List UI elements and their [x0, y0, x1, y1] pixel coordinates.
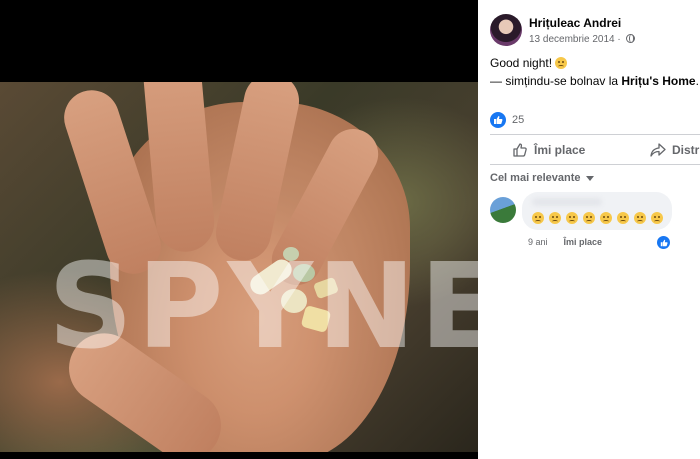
post-text-line1: Good night! [490, 56, 553, 70]
divider [490, 164, 700, 165]
share-button-label: Distri [672, 143, 700, 157]
post-panel: Hrițuleac Andrei 13 decembrie 2014 · Goo… [478, 0, 700, 459]
sad-emoji-icon [532, 212, 544, 224]
sad-emoji-icon [549, 212, 561, 224]
photo-viewer: SPYNE [0, 0, 478, 459]
sad-emoji-icon [555, 57, 568, 69]
sad-emoji-icon [617, 212, 629, 224]
post-date: 13 decembrie 2014 · [529, 34, 635, 45]
comment-emoji-row [532, 212, 663, 224]
author-name[interactable]: Hrițuleac Andrei [529, 16, 621, 30]
watermark: SPYNE [48, 237, 478, 375]
comment-like-reaction-icon[interactable] [657, 236, 670, 249]
post-photo[interactable]: SPYNE [0, 82, 478, 452]
sad-emoji-icon [583, 212, 595, 224]
post-text: Good night! — simțindu-se bolnav la Hriț… [490, 54, 699, 90]
comment-sort-dropdown[interactable]: Cel mai relevante [490, 172, 594, 184]
like-button[interactable]: Îmi place [512, 142, 585, 158]
post-date-text[interactable]: 13 decembrie 2014 [529, 34, 615, 45]
comment-bubble [522, 192, 672, 230]
post-text-suffix: . [695, 74, 699, 88]
chevron-down-icon [585, 175, 594, 181]
comment-meta: 9 ani Îmi place [528, 237, 602, 247]
share-icon [650, 143, 666, 157]
like-reaction-icon [490, 112, 506, 128]
post-feeling: — simțindu-se bolnav la [490, 74, 622, 88]
globe-icon [625, 34, 635, 43]
place-link[interactable]: Hrițu's Home [621, 74, 695, 88]
sad-emoji-icon [651, 212, 663, 224]
like-button-label: Îmi place [534, 143, 586, 157]
share-button[interactable]: Distri [650, 142, 700, 158]
reaction-count: 25 [512, 114, 525, 126]
sad-emoji-icon [600, 212, 612, 224]
sad-emoji-icon [634, 212, 646, 224]
sad-emoji-icon [566, 212, 578, 224]
comment-like-button[interactable]: Îmi place [564, 237, 603, 247]
blurred-commenter-name [532, 198, 602, 206]
action-bar: Îmi place Distri [478, 142, 700, 160]
author-avatar[interactable] [490, 14, 522, 46]
reaction-summary[interactable]: 25 [490, 112, 524, 128]
comment-age[interactable]: 9 ani [528, 237, 548, 247]
commenter-avatar[interactable] [490, 197, 516, 223]
thumbs-up-icon [513, 143, 527, 157]
comment-sort-label: Cel mai relevante [490, 172, 581, 184]
divider [490, 134, 700, 135]
